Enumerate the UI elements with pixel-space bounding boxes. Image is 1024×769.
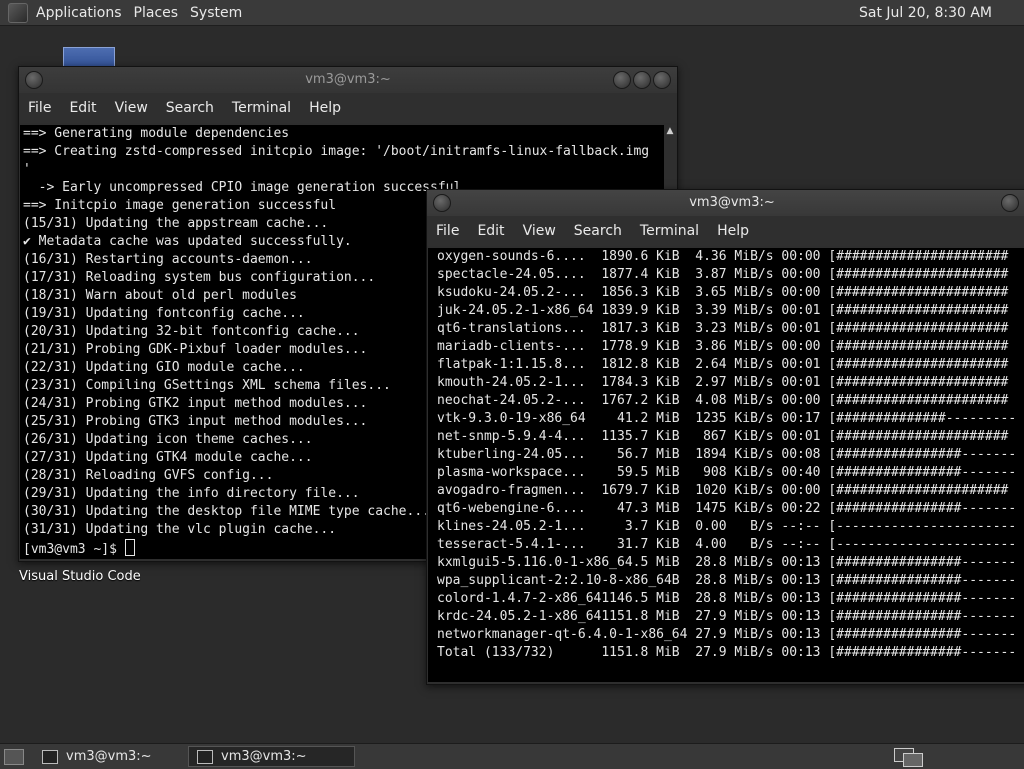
terminal-line: neochat-24.05.2-... 1767.2 KiB 4.08 MiB/… [437,393,1009,408]
terminal-line: juk-24.05.2-1-x86_64 1839.9 KiB 3.39 MiB… [437,303,1009,318]
close-button[interactable] [653,71,671,89]
terminal-line: net-snmp-5.9.4-4... 1135.7 KiB 867 KiB/s… [437,429,1009,444]
terminal-line: plasma-workspace... 59.5 MiB 908 KiB/s 0… [437,465,1017,480]
clock[interactable]: Sat Jul 20, 8:30 AM [859,5,992,21]
terminal-line: spectacle-24.05.... 1877.4 KiB 3.87 MiB/… [437,267,1009,282]
menu-bar: File Edit View Search Terminal Help [19,93,677,123]
terminal-line: mariadb-clients-... 1778.9 KiB 3.86 MiB/… [437,339,1009,354]
menu-terminal[interactable]: Terminal [223,100,300,116]
menu-view[interactable]: View [514,223,565,239]
terminal-line: networkmanager-qt-6.4.0-1-x86_64 27.9 Mi… [437,627,1017,642]
minimize-button[interactable] [1001,194,1019,212]
top-menu: Applications Places System [30,5,248,21]
terminal-line: ==> Generating module dependencies [23,126,290,141]
bottom-panel: vm3@vm3:~ vm3@vm3:~ [0,743,1024,769]
terminal-line: krdc-24.05.2-1-x86_641151.8 MiB 27.9 MiB… [437,609,1017,624]
window-menu-button[interactable] [433,194,451,212]
terminal-line: flatpak-1:1.15.8... 1812.8 KiB 2.64 MiB/… [437,357,1009,372]
terminal-line: wpa_supplicant-2:2.10-8-x86_64B 28.8 MiB… [437,573,1017,588]
scroll-up-arrow-icon[interactable]: ▲ [664,125,676,137]
terminal-line: Total (133/732) 1151.8 MiB 27.9 MiB/s 00… [437,645,1017,660]
menu-view[interactable]: View [106,100,157,116]
desktop-icon-label[interactable]: Visual Studio Code [19,569,141,584]
terminal-line: vtk-9.3.0-19-x86_64 41.2 MiB 1235 KiB/s … [437,411,1017,426]
taskbar-item-label: vm3@vm3:~ [66,749,152,764]
places-menu[interactable]: Places [128,5,185,21]
minimize-button[interactable] [613,71,631,89]
prompt-text: [vm3@vm3 ~]$ [23,542,125,557]
terminal-line: tesseract-5.4.1-... 31.7 KiB 4.00 B/s --… [437,537,1017,552]
menu-edit[interactable]: Edit [60,100,105,116]
terminal-line: kxmlgui5-5.116.0-1-x86_64.5 MiB 28.8 MiB… [437,555,1017,570]
taskbar-item-label: vm3@vm3:~ [221,749,307,764]
menu-search[interactable]: Search [157,100,223,116]
terminal-icon [197,749,213,764]
taskbar-item-active[interactable]: vm3@vm3:~ [188,746,355,767]
workspace-switcher-icon[interactable] [894,747,924,767]
system-menu[interactable]: System [184,5,248,21]
menu-search[interactable]: Search [565,223,631,239]
taskbar-item[interactable]: vm3@vm3:~ [34,746,184,767]
window-menu-button[interactable] [25,71,43,89]
maximize-button[interactable] [633,71,651,89]
menu-help[interactable]: Help [300,100,350,116]
menu-bar: File Edit View Search Terminal Help [427,216,1024,246]
terminal-line: kmouth-24.05.2-1... 1784.3 KiB 2.97 MiB/… [437,375,1009,390]
terminal-line: ' [23,162,31,177]
terminal-line: colord-1.4.7-2-x86_641146.5 MiB 28.8 MiB… [437,591,1017,606]
window-title: vm3@vm3:~ [689,195,775,210]
applications-menu-icon[interactable] [8,2,28,23]
window-titlebar[interactable]: vm3@vm3:~ [427,190,1024,216]
terminal-line: klines-24.05.2-1... 3.7 KiB 0.00 B/s --:… [437,519,1017,534]
terminal-line: qt6-translations... 1817.3 KiB 3.23 MiB/… [437,321,1009,336]
terminal-output[interactable]: oxygen-sounds-6.... 1890.6 KiB 4.36 MiB/… [428,248,1024,682]
window-title: vm3@vm3:~ [305,72,391,87]
window-titlebar[interactable]: vm3@vm3:~ [19,67,677,93]
top-panel: Applications Places System Sat Jul 20, 8… [0,0,1024,26]
terminal-line: ksudoku-24.05.2-... 1856.3 KiB 3.65 MiB/… [437,285,1009,300]
terminal-line: oxygen-sounds-6.... 1890.6 KiB 4.36 MiB/… [437,249,1009,264]
applications-menu[interactable]: Applications [30,5,128,21]
text-cursor [124,539,135,556]
terminal-line: avogadro-fragmen... 1679.7 KiB 1020 KiB/… [437,483,1009,498]
menu-file[interactable]: File [19,100,60,116]
menu-help[interactable]: Help [708,223,758,239]
terminal-line: ==> Creating zstd-compressed initcpio im… [23,144,650,159]
menu-edit[interactable]: Edit [468,223,513,239]
show-desktop-icon[interactable] [4,748,24,765]
terminal-line: ktuberling-24.05... 56.7 MiB 1894 KiB/s … [437,447,1017,462]
menu-terminal[interactable]: Terminal [631,223,708,239]
terminal-icon [42,749,58,764]
menu-file[interactable]: File [427,223,468,239]
terminal-window-front[interactable]: vm3@vm3:~ File Edit View Search Terminal… [426,189,1024,685]
terminal-line: qt6-webengine-6.... 47.3 MiB 1475 KiB/s … [437,501,1017,516]
